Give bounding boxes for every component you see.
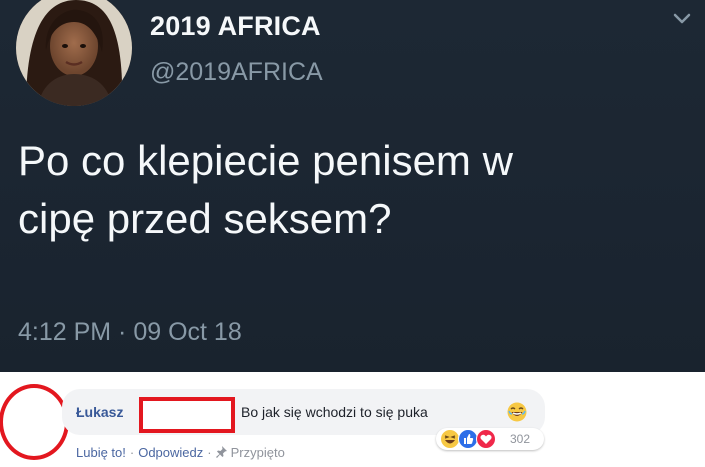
tweet-text: Po co klepiecie penisem w cipę przed sek… bbox=[18, 132, 688, 248]
user-handle[interactable]: @2019AFRICA bbox=[150, 58, 323, 87]
tweet-text-line: cipę przed seksem? bbox=[18, 195, 392, 242]
reply-link[interactable]: Odpowiedz bbox=[138, 445, 203, 460]
tweet-text-line: Po co klepiecie penisem w bbox=[18, 137, 513, 184]
tweet-card: 2019 AFRICA @2019AFRICA Po co klepiecie … bbox=[0, 0, 705, 372]
laughing-emoji-icon bbox=[507, 402, 527, 422]
like-link[interactable]: Lubię to! bbox=[76, 445, 126, 460]
pinned-label: Przypięto bbox=[230, 445, 285, 460]
comment-actions: Lubię to! · Odpowiedz · Przypięto bbox=[76, 445, 285, 460]
like-reaction-icon bbox=[458, 429, 478, 449]
love-reaction-icon bbox=[476, 429, 496, 449]
profile-photo bbox=[16, 0, 132, 106]
comment-author[interactable]: Łukasz bbox=[76, 404, 123, 420]
pin-icon bbox=[215, 446, 227, 458]
reaction-count: 302 bbox=[510, 432, 531, 446]
display-name[interactable]: 2019 AFRICA bbox=[150, 11, 321, 42]
comment: Łukasz Bo jak się wchodzi to się puka 30… bbox=[0, 372, 705, 467]
reactions-summary[interactable]: 302 bbox=[436, 428, 544, 450]
chevron-down-icon[interactable] bbox=[669, 6, 695, 32]
comment-text: Bo jak się wchodzi to się puka bbox=[241, 404, 428, 420]
haha-reaction-icon bbox=[440, 429, 460, 449]
separator-dot: · bbox=[207, 445, 212, 460]
separator-dot: · bbox=[129, 445, 135, 460]
redaction-circle bbox=[0, 384, 69, 460]
tweet-timestamp[interactable]: 4:12 PM · 09 Oct 18 bbox=[18, 318, 242, 347]
redaction-box bbox=[139, 397, 235, 433]
avatar[interactable] bbox=[16, 0, 132, 106]
